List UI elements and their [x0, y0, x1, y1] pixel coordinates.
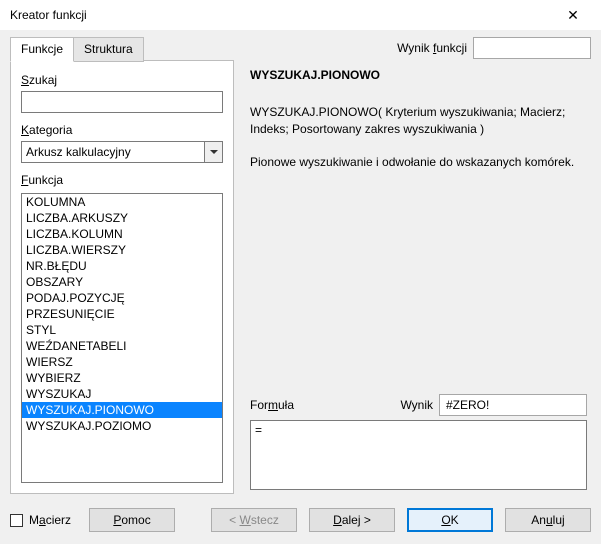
category-select[interactable]: Arkusz kalkulacyjny — [21, 141, 223, 163]
titlebar: Kreator funkcji ✕ — [0, 0, 601, 30]
list-item[interactable]: NR.BŁĘDU — [22, 258, 222, 274]
back-button: < Wstecz — [211, 508, 297, 532]
list-item[interactable]: WYSZUKAJ.PIONOWO — [22, 402, 222, 418]
list-item[interactable]: WYSZUKAJ.POZIOMO — [22, 418, 222, 434]
list-item[interactable]: OBSZARY — [22, 274, 222, 290]
help-button[interactable]: Pomoc — [89, 508, 175, 532]
search-label: Szukaj — [21, 73, 223, 87]
tab-structure[interactable]: Struktura — [74, 37, 144, 62]
list-item[interactable]: WYBIERZ — [22, 370, 222, 386]
category-label: Kategoria — [21, 123, 223, 137]
next-button[interactable]: Dalej > — [309, 508, 395, 532]
checkbox-icon[interactable] — [10, 514, 23, 527]
function-result-output — [473, 37, 591, 59]
list-item[interactable]: WIERSZ — [22, 354, 222, 370]
list-item[interactable]: LICZBA.ARKUSZY — [22, 210, 222, 226]
list-item[interactable]: PRZESUNIĘCIE — [22, 306, 222, 322]
right-panel: WYSZUKAJ.PIONOWO WYSZUKAJ.PIONOWO( Kryte… — [246, 60, 591, 494]
tab-functions[interactable]: Funkcje — [10, 37, 74, 62]
function-signature: WYSZUKAJ.PIONOWO( Kryterium wyszukiwania… — [250, 104, 587, 138]
formula-input[interactable] — [250, 420, 587, 490]
list-item[interactable]: PODAJ.POZYCJĘ — [22, 290, 222, 306]
function-wizard-dialog: Kreator funkcji ✕ Funkcje Struktura Wyni… — [0, 0, 601, 544]
list-item[interactable]: LICZBA.KOLUMN — [22, 226, 222, 242]
function-name-heading: WYSZUKAJ.PIONOWO — [250, 68, 587, 82]
tabs: Funkcje Struktura — [10, 36, 144, 61]
ok-button[interactable]: OK — [407, 508, 493, 532]
function-list-label: Funkcja — [21, 173, 223, 187]
chevron-down-icon[interactable] — [204, 142, 222, 162]
function-description: Pionowe wyszukiwanie i odwołanie do wska… — [250, 154, 587, 171]
result-output — [439, 394, 587, 416]
list-item[interactable]: WYSZUKAJ — [22, 386, 222, 402]
footer: Macierz Pomoc < Wstecz Dalej > OK Anuluj — [0, 494, 601, 544]
list-item[interactable]: WEŹDANETABELI — [22, 338, 222, 354]
formula-label: Formuła — [250, 398, 294, 412]
close-icon[interactable]: ✕ — [553, 7, 593, 24]
category-value: Arkusz kalkulacyjny — [22, 145, 204, 159]
function-listbox[interactable]: KOLUMNALICZBA.ARKUSZYLICZBA.KOLUMNLICZBA… — [21, 193, 223, 483]
cancel-button[interactable]: Anuluj — [505, 508, 591, 532]
list-item[interactable]: STYL — [22, 322, 222, 338]
search-input[interactable] — [21, 91, 223, 113]
result-label: Wynik funkcji — [397, 41, 467, 55]
list-item[interactable]: LICZBA.WIERSZY — [22, 242, 222, 258]
window-title: Kreator funkcji — [8, 8, 553, 22]
matrix-checkbox[interactable]: Macierz — [10, 513, 71, 527]
wynik-label: Wynik — [400, 398, 433, 412]
list-item[interactable]: KOLUMNA — [22, 194, 222, 210]
left-panel: Szukaj Kategoria Arkusz kalkulacyjny Fun… — [10, 60, 234, 494]
